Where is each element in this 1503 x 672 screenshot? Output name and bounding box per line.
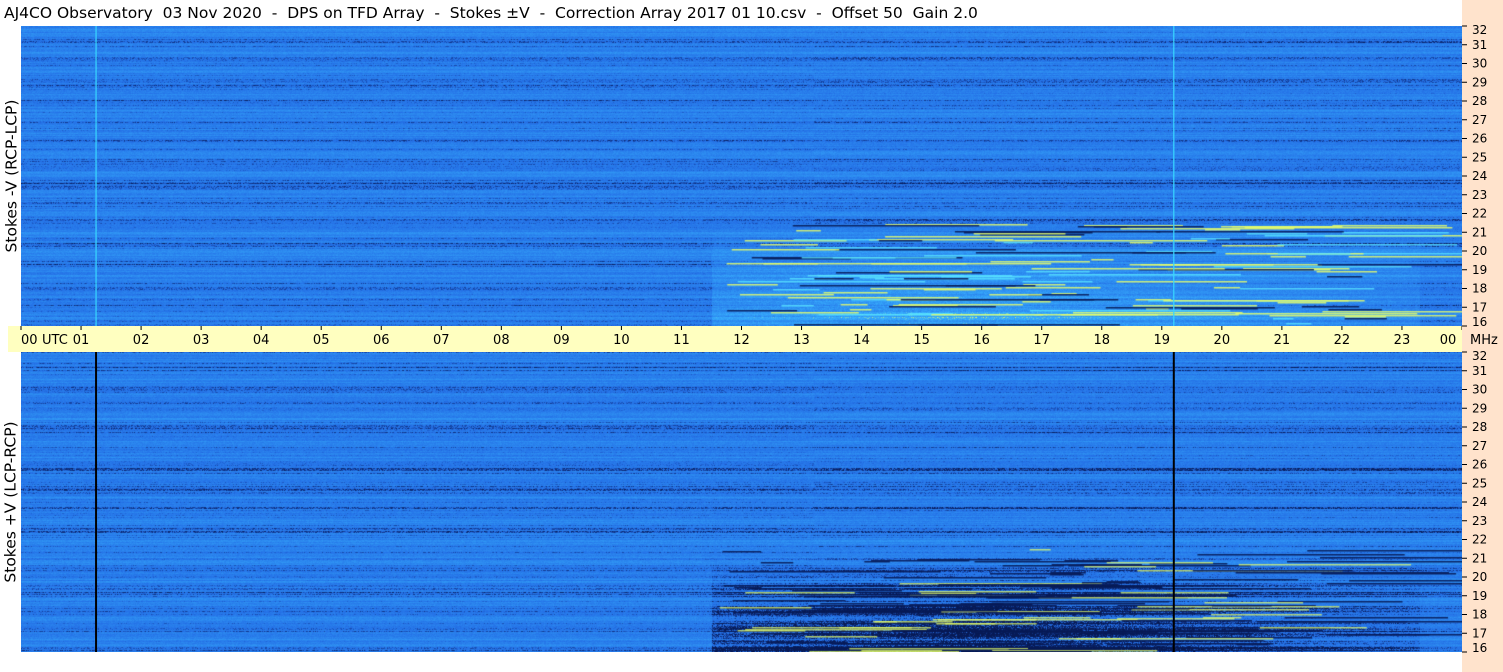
frequency-axis-svg: 1617181920212223242526272829303132161718… <box>1462 23 1498 655</box>
time-tick-label: 14 <box>853 333 870 348</box>
time-axis-svg: 00 01 02 03 04 05 06 07 08 09 10 11 12 13 14 15 16 17 18 19… <box>20 326 1463 348</box>
frequency-axis: 16 17 18 19 20 21 22 23 24 25 26 27 28 29 30 31 32 16 17 18… <box>1462 0 1503 672</box>
top-freq-tick-label: 28 <box>1472 94 1487 108</box>
time-tick-label: 17 <box>1033 333 1050 348</box>
time-tick-label: 09 <box>553 333 570 348</box>
top-freq-tick-label: 20 <box>1472 244 1487 258</box>
time-tick-label: 07 <box>433 333 450 348</box>
time-tick-label: 22 <box>1334 333 1351 348</box>
top-freq-tick-label: 27 <box>1472 113 1487 127</box>
top-panel-y-label: Stokes -V (RCP-LCP) <box>0 26 22 326</box>
time-tick-label: 01 <box>73 333 90 348</box>
time-tick-label: 11 <box>673 333 690 348</box>
bottom-freq-tick-label: 25 <box>1472 476 1487 490</box>
bottom-freq-tick-label: 21 <box>1472 551 1487 565</box>
time-tick-label: 00 <box>21 333 38 348</box>
top-freq-tick-label: 16 <box>1472 315 1487 329</box>
bottom-freq-tick-label: 30 <box>1472 383 1487 397</box>
time-tick-label: 12 <box>733 333 750 348</box>
time-tick-label: 20 <box>1214 333 1231 348</box>
top-markers <box>95 26 1175 326</box>
spectrogram-stokes-plus-v <box>21 352 1462 652</box>
top-freq-tick-label: 25 <box>1472 150 1487 164</box>
bottom-freq-tick-label: 29 <box>1472 401 1487 415</box>
spectrogram-stokes-minus-v <box>21 26 1462 326</box>
bottom-freq-tick-label: 17 <box>1472 626 1487 640</box>
time-tick-label: 18 <box>1093 333 1110 348</box>
time-tick-label: 21 <box>1274 333 1291 348</box>
bottom-markers <box>95 352 1175 652</box>
bottom-freq-tick-label: 32 <box>1472 349 1487 363</box>
time-tick-label: 15 <box>913 333 930 348</box>
top-freq-tick-label: 23 <box>1472 188 1487 202</box>
time-tick-label: 16 <box>973 333 990 348</box>
top-freq-tick-label: 18 <box>1472 282 1487 296</box>
bottom-y-label-text: Stokes +V (LCP-RCP) <box>2 421 21 583</box>
time-tick-label: 10 <box>613 333 630 348</box>
time-tick-label: 04 <box>253 333 270 348</box>
bottom-freq-tick-label: 27 <box>1472 439 1487 453</box>
time-tick-label: 23 <box>1394 333 1411 348</box>
bottom-freq-tick-label: 18 <box>1472 608 1487 622</box>
top-freq-tick-label: 29 <box>1472 75 1487 89</box>
time-tick-label: 05 <box>313 333 330 348</box>
top-freq-tick-label: 19 <box>1472 263 1487 277</box>
bottom-freq-tick-label: 19 <box>1472 589 1487 603</box>
top-freq-tick-label: 22 <box>1472 207 1487 221</box>
bottom-freq-tick-label: 22 <box>1472 533 1487 547</box>
top-freq-tick-label: 26 <box>1472 132 1487 146</box>
top-freq-tick-label: 31 <box>1472 38 1487 52</box>
bottom-freq-tick-label: 23 <box>1472 514 1487 528</box>
time-tick-label: 02 <box>133 333 150 348</box>
bottom-freq-tick-label: 28 <box>1472 420 1487 434</box>
bottom-freq-tick-label: 26 <box>1472 458 1487 472</box>
bottom-freq-tick-label: 16 <box>1472 641 1487 655</box>
time-tick-label: 06 <box>373 333 390 348</box>
time-tick-label: 08 <box>493 333 510 348</box>
bottom-panel-y-label: Stokes +V (LCP-RCP) <box>0 352 22 652</box>
bottom-freq-tick-label: 20 <box>1472 570 1487 584</box>
top-y-label-text: Stokes -V (RCP-LCP) <box>2 99 20 253</box>
chart-title: AJ4CO Observatory 03 Nov 2020 - DPS on T… <box>4 4 978 22</box>
bottom-freq-tick-label: 24 <box>1472 495 1487 509</box>
top-freq-tick-label: 30 <box>1472 57 1487 71</box>
time-tick-label: 03 <box>193 333 210 348</box>
top-freq-tick-label: 21 <box>1472 225 1487 239</box>
top-freq-tick-label: 17 <box>1472 300 1487 314</box>
time-tick-label: 00 <box>1440 333 1457 348</box>
time-tick-label: 13 <box>793 333 810 348</box>
bottom-freq-tick-label: 31 <box>1472 364 1487 378</box>
top-freq-tick-label: 24 <box>1472 169 1487 183</box>
freq-unit-label: MHz <box>1470 333 1498 348</box>
top-freq-tick-label: 32 <box>1472 23 1487 37</box>
time-tick-label: 19 <box>1154 333 1171 348</box>
time-unit-label: UTC <box>42 333 68 348</box>
utc-time-axis: 00 01 02 03 04 05 06 07 08 09 10 11 12 13 14 15 16 17 18 19… <box>8 326 1463 352</box>
